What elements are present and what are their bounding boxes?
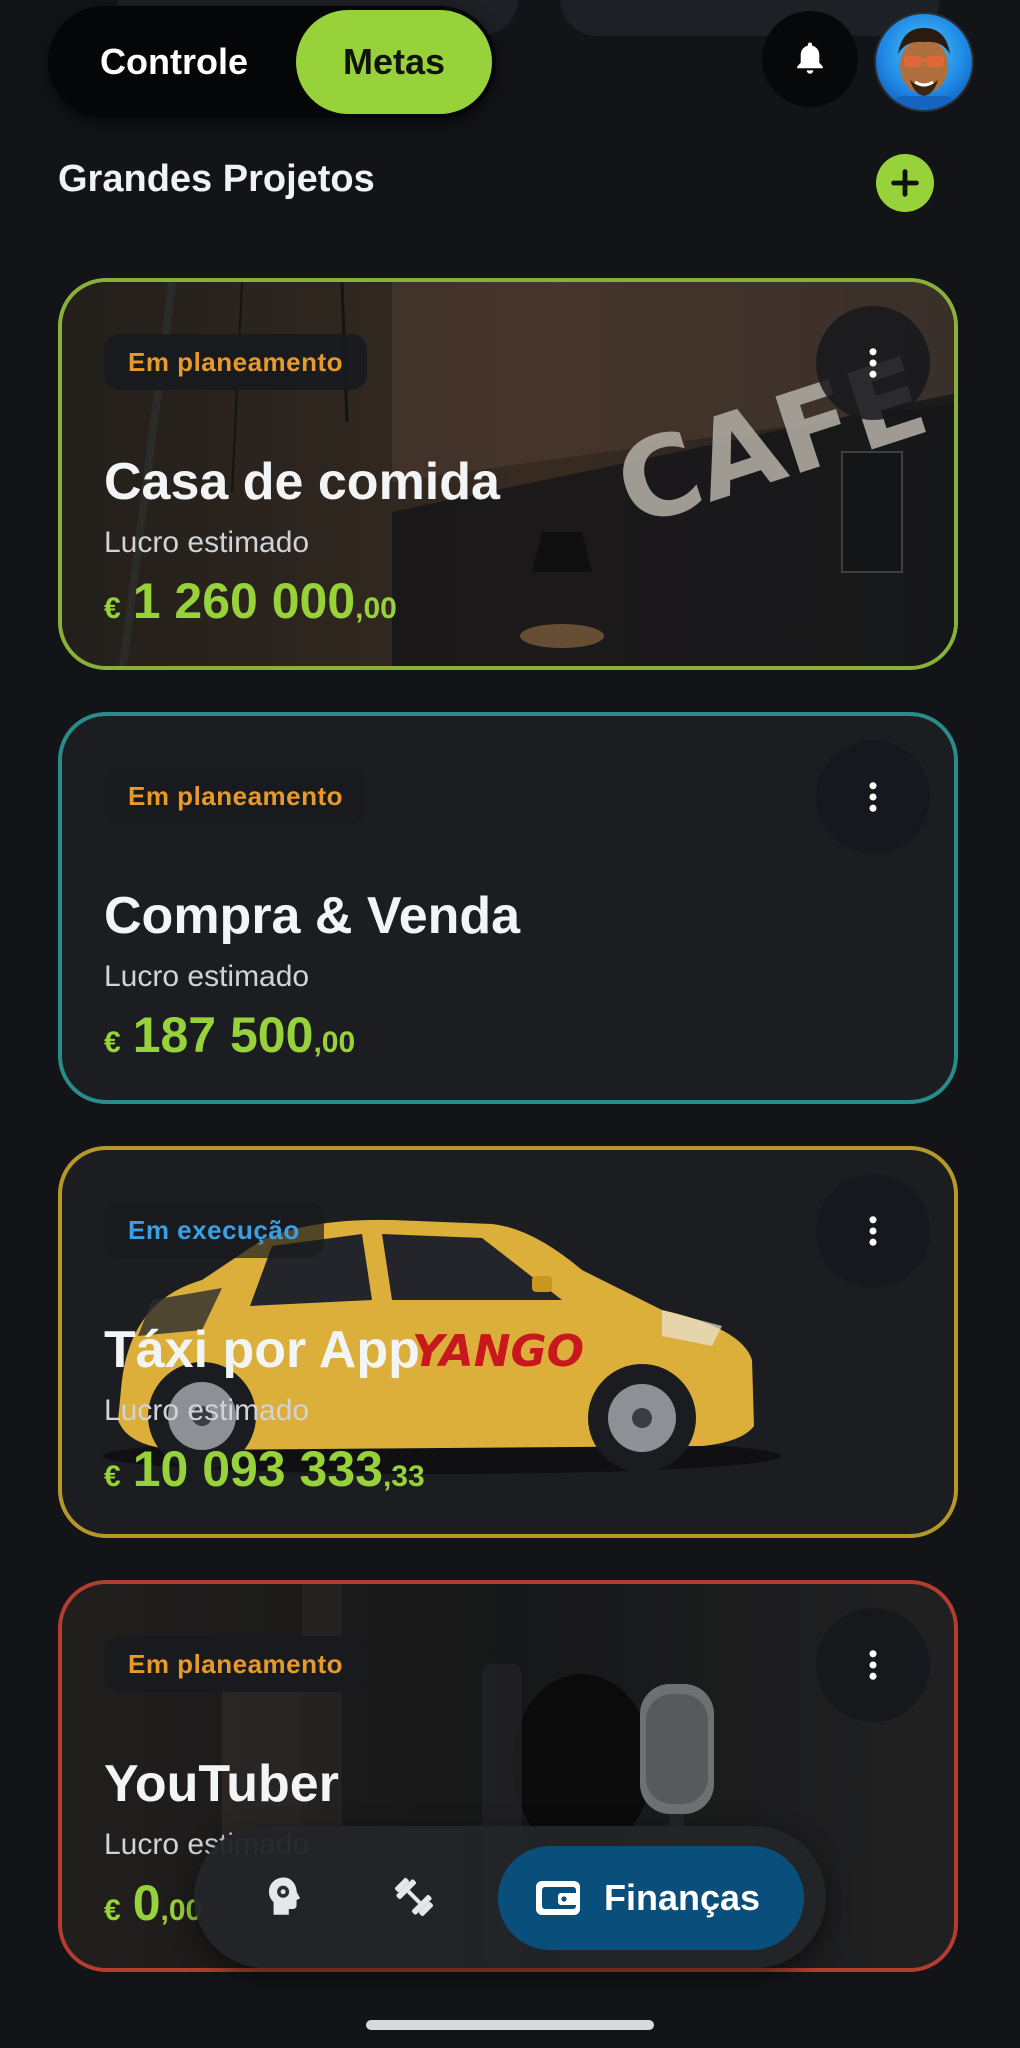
profit-label: Lucro estimado [104, 960, 310, 993]
estimated-profit: € 10 093 333 ,33 [104, 1440, 425, 1498]
amount-integer: 187 500 [132, 1007, 314, 1063]
status-label: Em planeamento [128, 1649, 344, 1679]
project-name: YouTuber [104, 1755, 339, 1813]
card-menu-button[interactable] [816, 306, 930, 420]
scrolled-pill-right [560, 0, 940, 36]
view-segmented-control: Controle Metas [48, 6, 496, 118]
card-menu-button[interactable] [816, 740, 930, 854]
amount-decimal: ,00 [355, 592, 397, 625]
card-menu-button[interactable] [816, 1608, 930, 1722]
currency-symbol: € [104, 592, 121, 625]
status-badge: Em planeamento [104, 1636, 368, 1692]
add-project-button[interactable] [876, 154, 934, 212]
project-name: Compra & Venda [104, 887, 521, 945]
currency-symbol: € [104, 1460, 121, 1493]
estimated-profit: € 0 ,00 [104, 1874, 202, 1932]
plus-icon [891, 169, 919, 197]
profit-label: Lucro estimado [104, 526, 310, 559]
notifications-button[interactable] [762, 11, 858, 107]
status-badge: Em planeamento [104, 768, 368, 824]
card-menu-button[interactable] [816, 1174, 930, 1288]
more-vertical-icon [869, 782, 877, 812]
nav-item-fitness[interactable] [378, 1861, 450, 1933]
currency-symbol: € [104, 1894, 121, 1927]
status-label: Em planeamento [128, 781, 344, 811]
project-name: Táxi por App [104, 1321, 420, 1379]
yango-logo-text: YANGO [412, 1326, 584, 1377]
amount-integer: 10 093 333 [132, 1441, 383, 1497]
bell-icon [797, 42, 823, 74]
status-label: Em execução [128, 1215, 300, 1245]
profit-label: Lucro estimado [104, 1394, 310, 1427]
project-card[interactable]: YANGO Em execução Táxi por App Lucro est… [58, 1146, 958, 1538]
status-label: Em planeamento [128, 347, 344, 377]
user-avatar[interactable] [874, 12, 974, 112]
amount-integer: 0 [132, 1875, 161, 1931]
nav-item-financas[interactable]: Finanças [498, 1846, 804, 1950]
estimated-profit: € 1 260 000 ,00 [104, 572, 397, 630]
amount-integer: 1 260 000 [132, 573, 356, 629]
more-vertical-icon [869, 1650, 877, 1680]
home-indicator[interactable] [366, 2020, 654, 2030]
bottom-navigation: Finanças [194, 1826, 826, 1968]
status-badge: Em execução [104, 1202, 324, 1258]
tab-metas[interactable]: Metas [296, 10, 492, 114]
more-vertical-icon [869, 1216, 877, 1246]
amount-decimal: ,33 [382, 1460, 425, 1493]
avatar-illustration-icon [894, 28, 954, 110]
project-card[interactable]: CAFE Em planeamento Casa de comida Lucro… [58, 278, 958, 670]
tab-controle[interactable]: Controle [48, 10, 300, 114]
project-name: Casa de comida [104, 453, 500, 511]
wallet-icon [536, 1881, 580, 1915]
estimated-profit: € 187 500 ,00 [104, 1006, 355, 1064]
dumbbell-icon [395, 1878, 433, 1916]
project-card[interactable]: Em planeamento Compra & Venda Lucro esti… [58, 712, 958, 1104]
nav-item-mind[interactable] [248, 1861, 320, 1933]
status-badge: Em planeamento [104, 334, 368, 390]
section-title: Grandes Projetos [58, 158, 375, 200]
nav-item-label: Finanças [604, 1877, 761, 1918]
amount-decimal: ,00 [313, 1026, 356, 1059]
more-vertical-icon [869, 348, 877, 378]
currency-symbol: € [104, 1026, 121, 1059]
brain-head-icon [268, 1877, 301, 1915]
